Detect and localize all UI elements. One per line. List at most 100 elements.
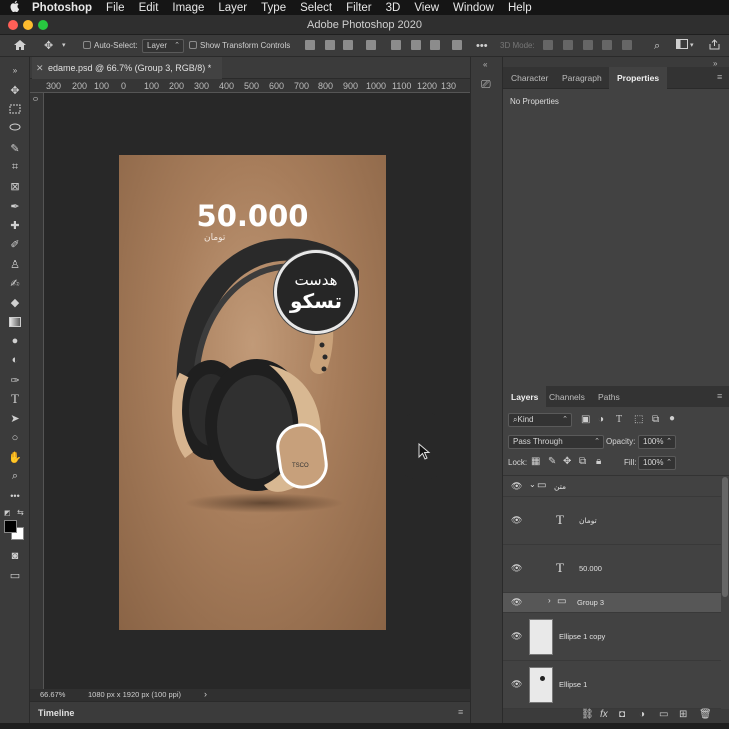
distribute-icon[interactable] (366, 40, 376, 50)
lock-artboard-icon[interactable]: ⧉ (579, 456, 586, 467)
align-bottom-icon[interactable] (430, 40, 440, 50)
menu-type[interactable]: Type (261, 2, 286, 14)
menu-view[interactable]: View (414, 2, 439, 14)
healing-brush-tool-icon[interactable]: ✚ (7, 218, 23, 232)
move-tool-preset-icon[interactable]: ✥ (44, 39, 53, 53)
fill-field[interactable]: 100% ⌃ (638, 456, 676, 470)
hand-tool-icon[interactable]: ✋ (7, 450, 23, 464)
distribute-vertical-icon[interactable] (452, 40, 462, 50)
history-panel-icon[interactable]: ⎚ (481, 77, 491, 92)
menu-layer[interactable]: Layer (218, 2, 247, 14)
frame-tool-icon[interactable]: ⊠ (7, 179, 23, 193)
visibility-eye-icon[interactable]: 👁︎ (511, 679, 522, 690)
3d-scale-icon[interactable] (622, 40, 632, 50)
layer-row[interactable]: 👁︎ T 50.000 (503, 545, 721, 593)
visibility-eye-icon[interactable]: 👁︎ (511, 563, 522, 574)
home-icon[interactable] (13, 39, 27, 53)
menu-filter[interactable]: Filter (346, 2, 372, 14)
quick-mask-icon[interactable]: ◙ (7, 549, 23, 563)
auto-select-checkbox[interactable]: Auto-Select: (83, 39, 138, 53)
tab-channels[interactable]: Channels (549, 386, 585, 408)
move-tool-icon[interactable]: ✥ (7, 83, 23, 97)
layer-row[interactable]: 👁︎ Ellipse 1 copy (503, 613, 721, 661)
align-middle-icon[interactable] (411, 40, 421, 50)
3d-orbit-icon[interactable] (543, 40, 553, 50)
chevron-right-icon[interactable]: › (204, 689, 207, 699)
dodge-tool-icon[interactable]: ◐ (7, 353, 23, 367)
panel-menu-icon[interactable]: ≡ (717, 391, 722, 401)
filter-smart-object-icon[interactable]: ⧉ (652, 414, 659, 425)
apple-menu-icon[interactable] (10, 0, 20, 15)
trash-icon[interactable]: 🗑︎ (699, 709, 712, 720)
menu-image[interactable]: Image (172, 2, 204, 14)
opacity-field[interactable]: 100% ⌃ (638, 435, 676, 449)
clone-stamp-tool-icon[interactable]: ♙ (7, 257, 23, 271)
visibility-eye-icon[interactable]: 👁︎ (511, 515, 522, 526)
tab-character[interactable]: Character (511, 67, 548, 89)
visibility-eye-icon[interactable]: 👁︎ (511, 597, 522, 608)
artboard[interactable]: 50.000 تومان TSCO هدست تسکو (119, 155, 386, 630)
lock-position-icon[interactable]: ✥ (563, 456, 571, 467)
screen-mode-icon[interactable]: ▭ (7, 568, 23, 582)
lock-all-icon[interactable]: 🔒︎ (596, 456, 601, 467)
filter-toggle-icon[interactable]: ● (669, 413, 675, 424)
document-tab[interactable]: ✕ edame.psd @ 66.7% (Group 3, RGB/8) * (32, 57, 222, 79)
tab-paths[interactable]: Paths (598, 386, 620, 408)
layer-row[interactable]: 👁︎ ⌄ ▭ متن (503, 477, 721, 497)
app-menu[interactable]: Photoshop (32, 2, 92, 14)
chevron-down-icon[interactable]: ▾ (62, 39, 66, 53)
path-selection-tool-icon[interactable]: ➤ (7, 411, 23, 425)
timeline-tab[interactable]: Timeline (38, 708, 74, 718)
crop-tool-icon[interactable]: ⌗ (7, 160, 23, 174)
tab-layers[interactable]: Layers (503, 386, 547, 408)
menu-help[interactable]: Help (508, 2, 532, 14)
panel-menu-icon[interactable]: ≡ (717, 72, 722, 82)
add-mask-icon[interactable]: ◘ (619, 709, 625, 720)
foreground-color-swatch[interactable] (4, 520, 17, 533)
lock-transparent-icon[interactable]: ▦ (531, 456, 540, 467)
default-colors-icon[interactable]: ◩ (4, 509, 11, 517)
quick-selection-tool-icon[interactable]: ✎ (7, 141, 23, 155)
fx-icon[interactable]: fx (600, 709, 608, 720)
panel-menu-icon[interactable]: ≡ (458, 707, 463, 717)
transform-controls-checkbox[interactable]: Show Transform Controls (189, 39, 290, 53)
filter-adjustment-icon[interactable]: ◑ (598, 414, 604, 425)
toolbar-collapse-icon[interactable]: » (7, 63, 23, 77)
ellipse-tool-icon[interactable]: ○ (7, 431, 23, 445)
close-tab-icon[interactable]: ✕ (36, 57, 44, 79)
visibility-eye-icon[interactable]: 👁︎ (511, 481, 522, 492)
filter-type-icon[interactable]: T (616, 414, 622, 425)
3d-slide-icon[interactable] (602, 40, 612, 50)
layer-filter-dropdown[interactable]: ⌕Kind ⌃ (508, 413, 572, 427)
blur-tool-icon[interactable]: ● (7, 334, 23, 348)
chevron-down-icon[interactable]: ⌄ (529, 480, 536, 489)
eraser-tool-icon[interactable]: ◆ (7, 295, 23, 309)
chevron-right-icon[interactable]: › (548, 596, 551, 605)
tab-properties[interactable]: Properties (609, 67, 668, 89)
type-tool-icon[interactable]: T (7, 391, 23, 406)
link-layers-icon[interactable]: ⛓︎ (581, 709, 594, 720)
menu-window[interactable]: Window (453, 2, 494, 14)
align-center-icon[interactable] (325, 40, 335, 50)
tab-paragraph[interactable]: Paragraph (562, 67, 602, 89)
adjustment-layer-icon[interactable]: ◑ (639, 709, 645, 720)
lasso-tool-icon[interactable] (7, 121, 23, 135)
align-right-icon[interactable] (343, 40, 353, 50)
eyedropper-tool-icon[interactable]: ✒ (7, 199, 23, 213)
pen-tool-icon[interactable]: ✑ (7, 373, 23, 387)
zoom-level[interactable]: 66.67% (40, 690, 65, 699)
align-top-icon[interactable] (391, 40, 401, 50)
menu-edit[interactable]: Edit (139, 2, 159, 14)
workspace-icon[interactable] (676, 39, 688, 53)
brush-tool-icon[interactable]: ✐ (7, 237, 23, 251)
zoom-tool-icon[interactable]: ⌕ (7, 469, 23, 483)
layer-row[interactable]: 👁︎ T تومان (503, 497, 721, 545)
share-icon[interactable] (709, 39, 720, 53)
search-icon[interactable]: ⌕ (654, 39, 660, 53)
more-options-icon[interactable]: ••• (476, 39, 488, 53)
layer-row[interactable]: 👁︎ Ellipse 1 (503, 661, 721, 709)
layer-row-selected[interactable]: 👁︎ › ▭ Group 3 (503, 593, 721, 613)
visibility-eye-icon[interactable]: 👁︎ (511, 631, 522, 642)
chevron-down-icon[interactable]: ▾ (690, 39, 694, 53)
menu-select[interactable]: Select (300, 2, 332, 14)
